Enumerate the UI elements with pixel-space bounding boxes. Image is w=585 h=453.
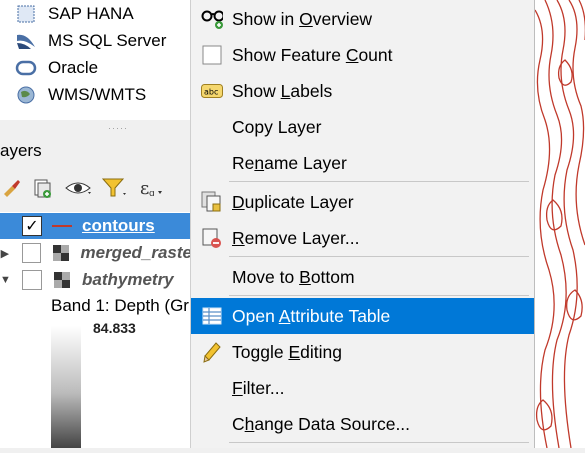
menu-item-copy-layer[interactable]: Copy Layer xyxy=(191,109,534,145)
menu-item-show-labels[interactable]: abc Show Labels xyxy=(191,73,534,109)
glasses-icon xyxy=(201,8,223,30)
labels-abc-icon: abc xyxy=(201,80,223,102)
layers-toolbar: εɑ xyxy=(0,168,192,208)
svg-text:ε: ε xyxy=(140,178,149,199)
filter-icon[interactable] xyxy=(96,173,132,203)
map-canvas[interactable] xyxy=(534,0,585,449)
browser-item-label: SAP HANA xyxy=(48,4,134,23)
menu-item-show-in-overview[interactable]: Show in Overview xyxy=(191,1,534,37)
menu-separator xyxy=(229,181,529,182)
oracle-icon xyxy=(14,57,38,79)
browser-item-sap-hana[interactable]: SAP HANA xyxy=(14,1,134,27)
menu-separator xyxy=(229,295,529,296)
layer-row-merged-raster[interactable]: ▶ merged_raste xyxy=(0,240,192,266)
duplicate-layer-icon xyxy=(201,191,223,213)
add-group-icon[interactable] xyxy=(24,173,60,203)
browser-item-label: MS SQL Server xyxy=(48,31,167,50)
checkbox-icon xyxy=(201,44,223,66)
visibility-eye-icon[interactable] xyxy=(60,173,96,203)
menu-item-move-to-bottom[interactable]: Move to Bottom xyxy=(191,259,534,295)
pencil-icon xyxy=(201,341,223,363)
line-layer-icon xyxy=(52,216,72,236)
sap-hana-icon xyxy=(14,3,38,25)
browser-panel: SAP HANA MS SQL Server Oracle WMS/WMTS xyxy=(0,0,192,120)
browser-item-label: WMS/WMTS xyxy=(48,85,147,104)
attribute-table-icon xyxy=(201,305,223,327)
band-label: Band 1: Depth (Gr xyxy=(51,296,189,315)
browser-item-wms[interactable]: WMS/WMTS xyxy=(14,82,146,108)
ramp-value: 84.833 xyxy=(93,320,136,336)
browser-item-mssql[interactable]: MS SQL Server xyxy=(14,28,166,54)
layer-name: contours xyxy=(82,216,155,235)
expand-arrow-icon[interactable]: ▶ xyxy=(0,247,10,260)
svg-text:abc: abc xyxy=(204,88,218,97)
menu-item-rename-layer[interactable]: Rename Layer xyxy=(191,145,534,181)
raster-layer-icon xyxy=(52,270,72,290)
svg-text:ɑ: ɑ xyxy=(149,189,155,199)
layer-name: merged_raste xyxy=(80,243,193,262)
menu-separator xyxy=(229,256,529,257)
wms-icon xyxy=(14,84,38,106)
color-ramp xyxy=(51,326,81,448)
layer-row-contours[interactable]: ✓ contours xyxy=(0,213,192,239)
layer-context-menu: Show in Overview Show Feature Count abc … xyxy=(190,0,535,448)
menu-item-filter[interactable]: Filter... xyxy=(191,370,534,406)
raster-layer-icon xyxy=(51,243,70,263)
layer-visibility-checkbox[interactable]: ✓ xyxy=(22,216,42,236)
contour-lines xyxy=(534,0,585,449)
menu-item-remove-layer[interactable]: Remove Layer... xyxy=(191,220,534,256)
style-brush-icon[interactable] xyxy=(0,173,24,203)
menu-separator xyxy=(229,442,529,443)
layer-row-bathymetry[interactable]: ▼ bathymetry xyxy=(0,267,192,293)
menu-item-show-feature-count[interactable]: Show Feature Count xyxy=(191,37,534,73)
layers-panel-title: ayers xyxy=(0,141,42,160)
panel-splitter[interactable]: ····· xyxy=(0,120,192,134)
layer-name: bathymetry xyxy=(82,270,174,289)
menu-item-open-attribute-table[interactable]: Open Attribute Table xyxy=(191,298,534,334)
mssql-icon xyxy=(14,30,38,52)
remove-layer-icon xyxy=(201,227,223,249)
menu-item-duplicate-layer[interactable]: Duplicate Layer xyxy=(191,184,534,220)
layer-visibility-checkbox[interactable] xyxy=(22,270,42,290)
menu-item-change-data-source[interactable]: Change Data Source... xyxy=(191,406,534,442)
browser-item-oracle[interactable]: Oracle xyxy=(14,55,98,81)
collapse-arrow-icon[interactable]: ▼ xyxy=(0,274,11,286)
layer-visibility-checkbox[interactable] xyxy=(21,243,42,263)
menu-item-toggle-editing[interactable]: Toggle Editing xyxy=(191,334,534,370)
browser-item-label: Oracle xyxy=(48,58,99,77)
layer-tree: ✓ contours ▶ merged_raste ▼ bathymetry B… xyxy=(0,212,192,448)
expression-filter-icon[interactable]: εɑ xyxy=(132,173,168,203)
